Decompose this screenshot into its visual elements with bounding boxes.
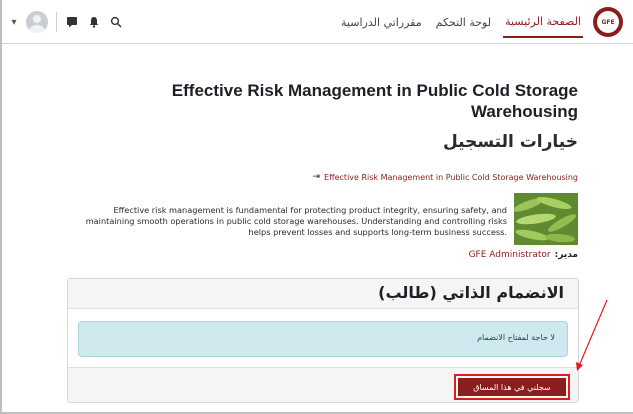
site-logo[interactable]: GFE (593, 7, 623, 37)
card-header: الانضمام الذاتي (طالب) (68, 279, 578, 309)
self-enrolment-card: الانضمام الذاتي (طالب) لا حاجة لمفتاح ال… (67, 278, 579, 403)
search-icon[interactable] (109, 15, 123, 29)
divider (56, 12, 57, 32)
course-image (514, 193, 578, 245)
notice-text: لا حاجة لمفتاح الانضمام (477, 333, 555, 342)
nav-dashboard[interactable]: لوحة التحكم (434, 6, 493, 38)
user-menu-area: ▾ (10, 10, 123, 34)
self-enrolment-title: الانضمام الذاتي (طالب) (378, 283, 564, 302)
chat-icon[interactable] (65, 15, 79, 29)
manager-label: مدير: (554, 250, 578, 260)
enter-icon: ⇥ (312, 172, 321, 182)
nav-home[interactable]: الصفحة الرئيسية (503, 6, 583, 38)
highlight-box: سجلني في هذا المساق (454, 374, 570, 400)
primary-nav: GFE الصفحة الرئيسية لوحة التحكم مقرراتي … (339, 6, 623, 38)
course-contact: مدير: GFE Administrator (469, 250, 578, 260)
enrol-me-button[interactable]: سجلني في هذا المساق (458, 378, 566, 396)
course-link-text: Effective Risk Management in Public Cold… (324, 172, 578, 182)
page-title: Effective Risk Management in Public Cold… (171, 81, 578, 121)
manager-name-link[interactable]: GFE Administrator (469, 250, 551, 260)
bell-icon[interactable] (87, 15, 101, 29)
course-summary: Effective risk management is fundamental… (85, 205, 507, 237)
logo-text: GFE (597, 11, 619, 33)
enrolment-key-notice: لا حاجة لمفتاح الانضمام (78, 321, 568, 357)
chevron-down-icon[interactable]: ▾ (10, 17, 18, 28)
enrolment-options-heading: خيارات التسجيل (442, 132, 578, 152)
nav-my-courses[interactable]: مقرراتي الدراسية (339, 6, 424, 38)
card-footer: سجلني في هذا المساق (68, 367, 578, 402)
avatar[interactable] (26, 11, 48, 33)
navbar: ▾ GFE الصفحة الرئيسية لوحة التحكم مقررات… (2, 0, 633, 44)
course-link[interactable]: ⇥ Effective Risk Management in Public Co… (313, 172, 579, 182)
